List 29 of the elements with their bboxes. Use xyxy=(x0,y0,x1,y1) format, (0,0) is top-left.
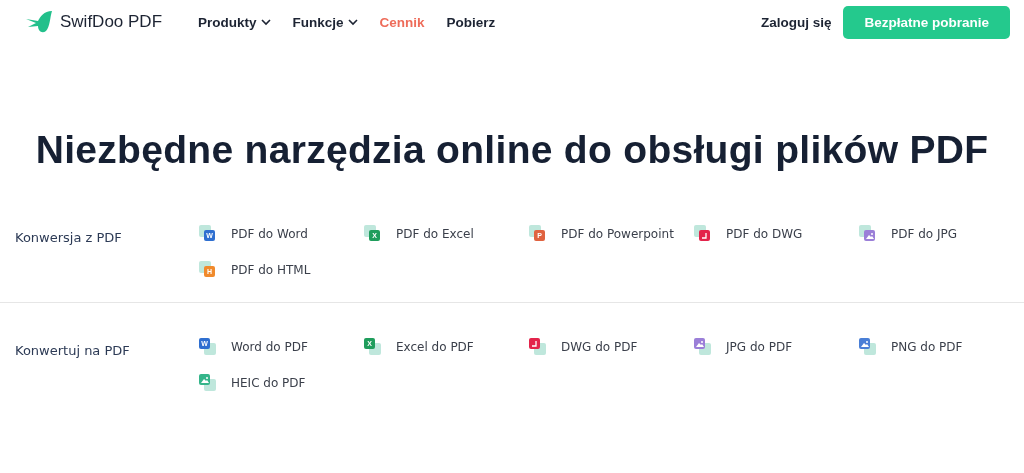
tool-link[interactable]: PDF do Word xyxy=(231,227,308,241)
chevron-down-icon xyxy=(260,18,271,26)
bird-logo-icon xyxy=(24,9,54,35)
login-link[interactable]: Zaloguj się xyxy=(760,14,832,30)
file-icon xyxy=(859,225,877,243)
tool-link[interactable]: PNG do PDF xyxy=(891,340,963,354)
tool-link[interactable]: DWG do PDF xyxy=(561,340,638,354)
tool-link[interactable]: PDF do DWG xyxy=(726,227,803,241)
tool-link[interactable]: Excel do PDF xyxy=(396,340,474,354)
file-icon xyxy=(694,338,712,356)
tool-link[interactable]: PDF do JPG xyxy=(891,227,958,241)
tool-link[interactable]: Word do PDF xyxy=(231,340,308,354)
section-label: Konwertuj na PDF xyxy=(15,342,131,360)
file-icon xyxy=(859,338,877,356)
nav-link[interactable]: Pobierz xyxy=(446,14,496,30)
section-label: Konwersja z PDF xyxy=(15,229,123,247)
page-heading: Niezbędne narzędzia online do obsługi plików PDF xyxy=(34,128,990,172)
chevron-down-icon xyxy=(347,18,358,26)
file-icon xyxy=(694,225,712,243)
tool-link[interactable]: HEIC do PDF xyxy=(231,376,306,390)
file-icon xyxy=(199,374,217,392)
brand-name[interactable]: SwifDoo PDF xyxy=(60,12,163,32)
file-icon xyxy=(529,338,547,356)
nav-link[interactable]: Produkty xyxy=(198,14,271,30)
tool-link[interactable]: PDF do Powerpoint xyxy=(561,227,674,241)
nav-link[interactable]: Funkcje xyxy=(292,14,358,30)
tool-link[interactable]: PDF do Excel xyxy=(396,227,474,241)
tool-link[interactable]: PDF do HTML xyxy=(231,263,311,277)
tool-link[interactable]: JPG do PDF xyxy=(726,340,793,354)
